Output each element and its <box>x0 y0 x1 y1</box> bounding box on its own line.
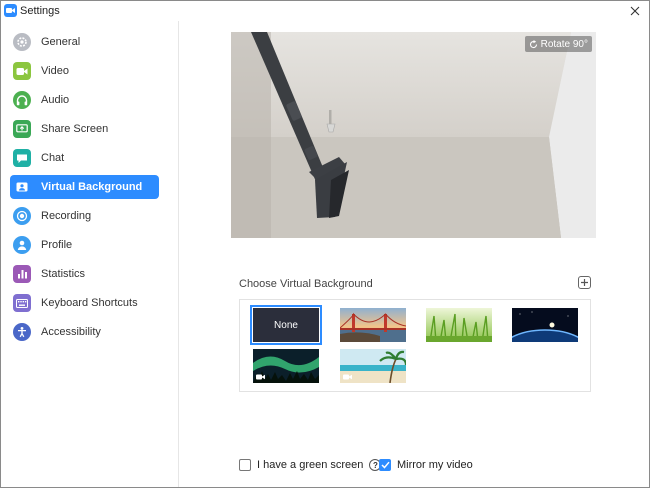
camera-preview: Rotate 90° <box>231 32 596 238</box>
zoom-app-icon <box>4 4 17 17</box>
sidebar-item-profile[interactable]: Profile <box>10 233 159 257</box>
share-screen-icon <box>13 120 31 138</box>
mirror-video-option: Mirror my video <box>379 458 473 472</box>
camera-feed-image <box>231 32 596 238</box>
green-screen-label: I have a green screen <box>257 459 364 471</box>
mirror-video-checkbox[interactable] <box>379 459 391 471</box>
window-title: Settings <box>20 5 60 17</box>
record-icon <box>13 207 31 225</box>
video-camera-icon <box>13 62 31 80</box>
video-indicator-icon <box>343 374 352 380</box>
sidebar-item-label: Profile <box>41 239 73 251</box>
sidebar-item-virtual-background[interactable]: Virtual Background <box>10 175 159 199</box>
green-screen-option: I have a green screen ? <box>239 458 382 472</box>
background-none[interactable]: None <box>250 305 322 345</box>
background-grass[interactable] <box>426 308 492 342</box>
sidebar-item-label: Keyboard Shortcuts <box>41 297 138 309</box>
add-background-button[interactable] <box>578 276 591 289</box>
person-icon <box>13 236 31 254</box>
choose-background-heading: Choose Virtual Background <box>239 278 373 290</box>
keyboard-icon <box>13 294 31 312</box>
mirror-video-label: Mirror my video <box>397 459 473 471</box>
sidebar-item-label: Statistics <box>41 268 86 280</box>
sidebar-item-statistics[interactable]: Statistics <box>10 262 159 286</box>
background-gallery: None <box>239 299 591 392</box>
sidebar-item-label: Chat <box>41 152 65 164</box>
title-bar: Settings <box>1 1 649 21</box>
sidebar-item-recording[interactable]: Recording <box>10 204 159 228</box>
background-golden-gate-bridge[interactable] <box>340 308 406 342</box>
sidebar-item-label: Accessibility <box>41 326 101 338</box>
rotate-90-button[interactable]: Rotate 90° <box>524 36 592 52</box>
plus-icon <box>581 279 588 286</box>
sidebar-item-label: Recording <box>41 210 92 222</box>
none-label: None <box>274 319 298 331</box>
sidebar-item-label: Video <box>41 65 69 77</box>
rotate-icon <box>529 39 537 48</box>
green-screen-checkbox[interactable] <box>239 459 251 471</box>
settings-sidebar: General Video Audio Share Screen Chat Vi… <box>1 21 179 487</box>
sidebar-item-video[interactable]: Video <box>10 59 159 83</box>
sidebar-item-label: Share Screen <box>41 123 109 135</box>
accessibility-icon <box>13 323 31 341</box>
video-indicator-icon <box>256 374 265 380</box>
sidebar-item-chat[interactable]: Chat <box>10 146 159 170</box>
sidebar-item-share-screen[interactable]: Share Screen <box>10 117 159 141</box>
background-aurora[interactable] <box>253 349 319 383</box>
bar-chart-icon <box>13 265 31 283</box>
sidebar-item-keyboard-shortcuts[interactable]: Keyboard Shortcuts <box>10 291 159 315</box>
sidebar-item-label: Audio <box>41 94 70 106</box>
sidebar-item-label: Virtual Background <box>41 181 143 193</box>
background-beach[interactable] <box>340 349 406 383</box>
sidebar-item-accessibility[interactable]: Accessibility <box>10 320 159 344</box>
sidebar-item-general[interactable]: General <box>10 30 159 54</box>
person-badge-icon <box>13 178 31 196</box>
chat-bubble-icon <box>13 149 31 167</box>
sidebar-item-label: General <box>41 36 81 48</box>
close-button[interactable] <box>627 3 643 19</box>
checkmark-icon <box>380 461 390 469</box>
background-earth-from-space[interactable] <box>512 308 578 342</box>
rotate-label: Rotate 90° <box>540 38 588 50</box>
gear-icon <box>13 33 31 51</box>
headphones-icon <box>13 91 31 109</box>
sidebar-item-audio[interactable]: Audio <box>10 88 159 112</box>
settings-window: Settings General Video Audio Share Scree… <box>0 0 650 488</box>
close-icon <box>630 6 640 16</box>
